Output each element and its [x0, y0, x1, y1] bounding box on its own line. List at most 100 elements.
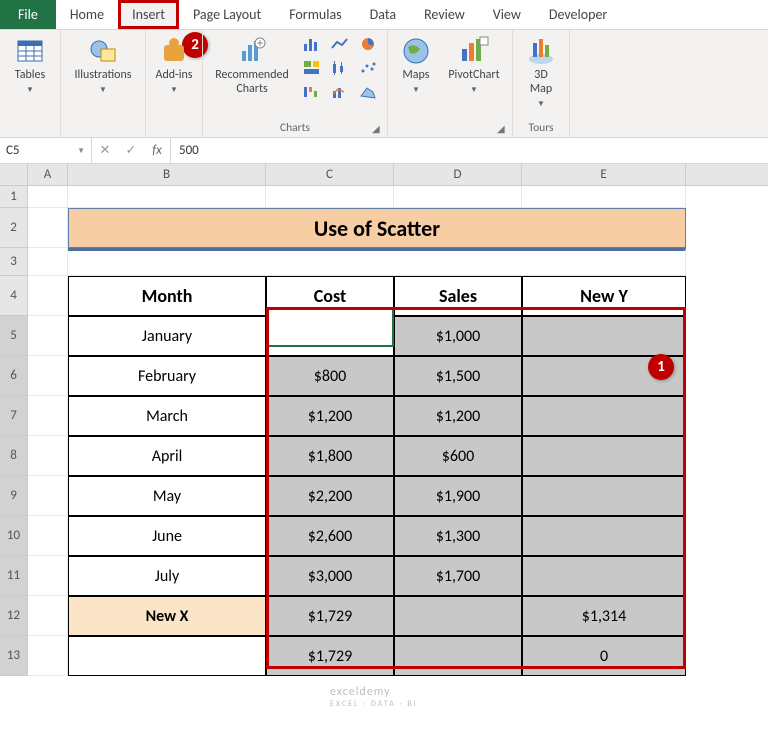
row-header-2[interactable]: 2 [0, 208, 28, 248]
cell-B1[interactable] [68, 186, 266, 208]
cell-B11[interactable]: July [68, 556, 266, 596]
cell-B9[interactable]: May [68, 476, 266, 516]
row-header-6[interactable]: 6 [0, 356, 28, 396]
tab-home[interactable]: Home [56, 0, 118, 29]
cell-A7[interactable] [28, 396, 68, 436]
dialog-launcher[interactable]: ◢ [497, 122, 509, 134]
cell-C6[interactable]: $800 [266, 356, 394, 396]
pie-chart-button[interactable] [355, 33, 381, 55]
cell-C1[interactable] [266, 186, 394, 208]
col-header-A[interactable]: A [28, 164, 68, 185]
cell-C7[interactable]: $1,200 [266, 396, 394, 436]
cell-C5[interactable]: $500 [266, 316, 394, 356]
cell-A1[interactable] [28, 186, 68, 208]
header-month[interactable]: Month [68, 276, 266, 316]
cell-D6[interactable]: $1,500 [394, 356, 522, 396]
cancel-icon[interactable]: ✕ [92, 143, 118, 158]
charts-dialog-launcher[interactable]: ◢ [372, 122, 384, 134]
tab-view[interactable]: View [479, 0, 535, 29]
header-sales[interactable]: Sales [394, 276, 522, 316]
cell-A8[interactable] [28, 436, 68, 476]
cell-C12[interactable]: $1,729 [266, 596, 394, 636]
cell-C8[interactable]: $1,800 [266, 436, 394, 476]
header-newy[interactable]: New Y [522, 276, 686, 316]
row-header-13[interactable]: 13 [0, 636, 28, 676]
cell-A3[interactable] [28, 248, 68, 276]
cell-A5[interactable] [28, 316, 68, 356]
3d-map-button[interactable]: 3D Map ▼ [519, 33, 563, 109]
hierarchy-chart-button[interactable] [299, 57, 325, 79]
cell-E11[interactable] [522, 556, 686, 596]
tables-button[interactable]: Tables ▼ [6, 33, 54, 95]
row-header-11[interactable]: 11 [0, 556, 28, 596]
cell-D8[interactable]: $600 [394, 436, 522, 476]
cell-D5[interactable]: $1,000 [394, 316, 522, 356]
cell-E13[interactable]: 0 [522, 636, 686, 676]
row-header-3[interactable]: 3 [0, 248, 28, 276]
cell-D7[interactable]: $1,200 [394, 396, 522, 436]
cell-A2[interactable] [28, 208, 68, 248]
enter-icon[interactable]: ✓ [118, 143, 144, 158]
sheet-title[interactable]: Use of Scatter [68, 208, 686, 248]
maps-button[interactable]: Maps ▼ [394, 33, 438, 95]
cell-B8[interactable]: April [68, 436, 266, 476]
cell-E3[interactable] [522, 248, 686, 276]
waterfall-chart-button[interactable] [299, 81, 325, 103]
cell-A11[interactable] [28, 556, 68, 596]
cell-B12[interactable]: New X [68, 596, 266, 636]
cell-D3[interactable] [394, 248, 522, 276]
cell-A4[interactable] [28, 276, 68, 316]
cell-B6[interactable]: February [68, 356, 266, 396]
cell-D10[interactable]: $1,300 [394, 516, 522, 556]
cell-C3[interactable] [266, 248, 394, 276]
cell-A12[interactable] [28, 596, 68, 636]
combo-chart-button[interactable] [327, 81, 353, 103]
col-header-B[interactable]: B [68, 164, 266, 185]
cell-C9[interactable]: $2,200 [266, 476, 394, 516]
cell-E7[interactable] [522, 396, 686, 436]
tab-developer[interactable]: Developer [535, 0, 621, 29]
tab-review[interactable]: Review [410, 0, 479, 29]
pivotchart-button[interactable]: PivotChart ▼ [442, 33, 506, 95]
recommended-charts-button[interactable]: Recommended Charts [209, 33, 295, 97]
cell-A13[interactable] [28, 636, 68, 676]
row-header-5[interactable]: 5 [0, 316, 28, 356]
cell-C10[interactable]: $2,600 [266, 516, 394, 556]
tab-insert[interactable]: Insert [118, 0, 179, 29]
select-all-corner[interactable] [0, 164, 28, 185]
cell-E10[interactable] [522, 516, 686, 556]
scatter-chart-button[interactable] [355, 57, 381, 79]
illustrations-button[interactable]: Illustrations ▼ [67, 33, 139, 95]
cell-D1[interactable] [394, 186, 522, 208]
header-cost[interactable]: Cost [266, 276, 394, 316]
line-chart-button[interactable] [327, 33, 353, 55]
column-chart-button[interactable] [299, 33, 325, 55]
row-header-8[interactable]: 8 [0, 436, 28, 476]
cell-E9[interactable] [522, 476, 686, 516]
formula-input[interactable]: 500 [171, 138, 768, 163]
row-header-9[interactable]: 9 [0, 476, 28, 516]
statistic-chart-button[interactable] [327, 57, 353, 79]
name-box[interactable]: C5 ▼ [0, 138, 92, 163]
cell-A9[interactable] [28, 476, 68, 516]
cell-D11[interactable]: $1,700 [394, 556, 522, 596]
cell-E1[interactable] [522, 186, 686, 208]
cell-B3[interactable] [68, 248, 266, 276]
row-header-4[interactable]: 4 [0, 276, 28, 316]
row-header-1[interactable]: 1 [0, 186, 28, 208]
surface-chart-button[interactable] [355, 81, 381, 103]
cell-D12[interactable] [394, 596, 522, 636]
cell-C11[interactable]: $3,000 [266, 556, 394, 596]
cell-B10[interactable]: June [68, 516, 266, 556]
tab-file[interactable]: File [0, 0, 56, 29]
cell-C13[interactable]: $1,729 [266, 636, 394, 676]
cell-E5[interactable] [522, 316, 686, 356]
fx-icon[interactable]: fx [144, 143, 170, 158]
col-header-D[interactable]: D [394, 164, 522, 185]
row-header-10[interactable]: 10 [0, 516, 28, 556]
cell-A10[interactable] [28, 516, 68, 556]
cell-D9[interactable]: $1,900 [394, 476, 522, 516]
row-header-12[interactable]: 12 [0, 596, 28, 636]
row-header-7[interactable]: 7 [0, 396, 28, 436]
tab-data[interactable]: Data [356, 0, 410, 29]
